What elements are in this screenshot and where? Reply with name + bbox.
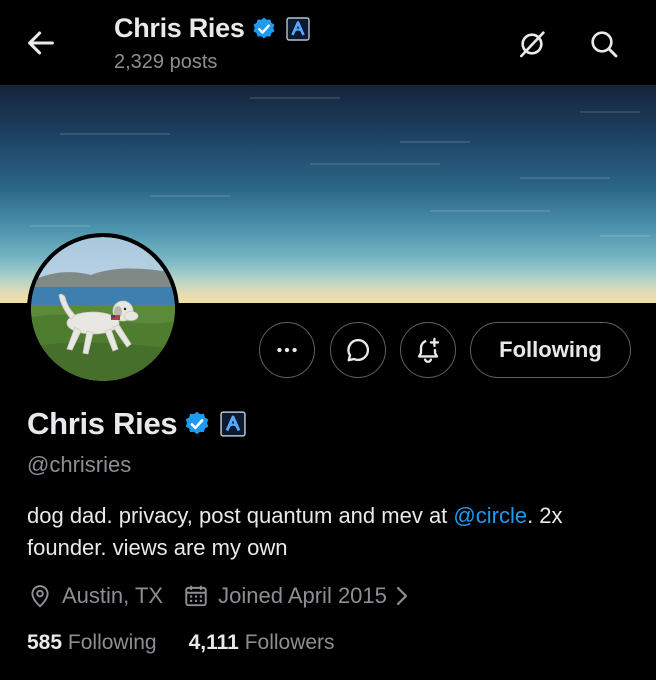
followers-stat-link[interactable]: 4,111 Followers xyxy=(189,631,335,655)
profile-name-row: Chris Ries xyxy=(27,406,247,442)
bio-text: dog dad. privacy, post quantum and mev a… xyxy=(27,503,454,528)
joined-text: Joined April 2015 xyxy=(218,583,387,608)
search-button[interactable] xyxy=(588,28,620,60)
location-text: Austin, TX xyxy=(62,583,164,608)
following-label: Following xyxy=(67,631,157,654)
header-title: Chris Ries xyxy=(114,13,310,44)
search-icon xyxy=(591,31,618,58)
verified-badge-icon[interactable] xyxy=(183,410,211,438)
back-arrow-icon xyxy=(28,31,54,55)
chevron-right-icon xyxy=(396,586,407,606)
avatar[interactable] xyxy=(27,233,179,385)
more-icon xyxy=(277,347,297,353)
calendar-icon xyxy=(185,585,207,607)
location-item: Austin, TX xyxy=(27,583,163,609)
header-name: Chris Ries xyxy=(114,13,245,43)
following-button[interactable]: Following xyxy=(470,322,631,378)
following-stat-link[interactable]: 585 Following xyxy=(27,631,157,655)
location-icon xyxy=(31,585,49,608)
notify-button[interactable] xyxy=(400,322,456,378)
profile-handle: @chrisries xyxy=(27,452,132,477)
profile-name: Chris Ries xyxy=(27,406,178,441)
notify-bell-icon xyxy=(417,337,440,363)
message-icon xyxy=(347,338,370,362)
verified-badge-icon xyxy=(253,17,275,38)
affiliate-badge-icon[interactable] xyxy=(220,411,247,437)
message-button[interactable] xyxy=(330,322,386,378)
more-options-button[interactable] xyxy=(259,322,315,378)
top-bar: Chris Ries 2,329 posts xyxy=(0,0,656,85)
no-grok-icon xyxy=(520,31,545,58)
joined-item[interactable]: Joined April 2015 xyxy=(183,583,412,609)
followers-label: Followers xyxy=(244,631,335,654)
following-count: 585 xyxy=(27,631,63,654)
affiliate-badge-icon[interactable] xyxy=(285,16,310,41)
back-button[interactable] xyxy=(24,26,58,60)
bio-mention-link[interactable]: @circle xyxy=(453,503,527,528)
profile-meta: Austin, TX Joined April 2015 xyxy=(27,580,412,612)
no-grok-button[interactable] xyxy=(516,28,548,60)
header-post-count: 2,329 posts xyxy=(114,51,218,73)
profile-bio: dog dad. privacy, post quantum and mev a… xyxy=(27,500,637,564)
avatar-photo xyxy=(31,237,175,381)
followers-count: 4,111 xyxy=(188,631,239,654)
follow-stats: 585 Following 4,111 Followers xyxy=(27,631,367,655)
